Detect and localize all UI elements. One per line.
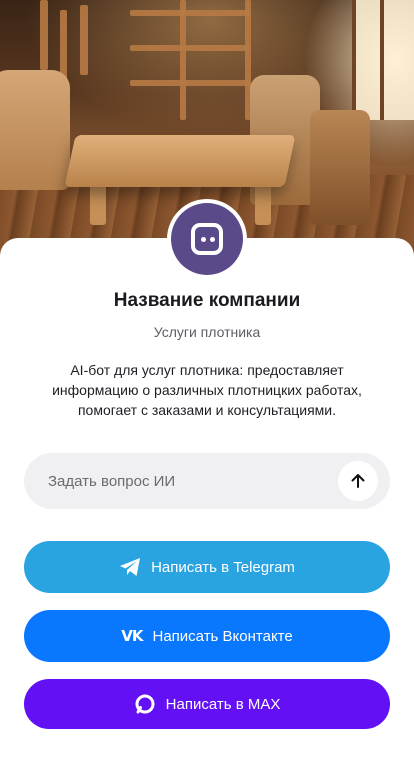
- window-decor: [352, 0, 414, 120]
- shelf-decor: [130, 45, 250, 51]
- vk-button[interactable]: VK Написать Вконтакте: [24, 610, 390, 662]
- vk-button-label: Написать Вконтакте: [152, 627, 293, 645]
- avatar: [171, 203, 243, 275]
- shelf-decor: [130, 10, 250, 16]
- vk-icon: VK: [121, 627, 143, 645]
- chat-bot-icon: [191, 223, 223, 255]
- max-icon: [134, 693, 156, 715]
- telegram-button-label: Написать в Telegram: [151, 558, 295, 576]
- plank-decor: [40, 0, 48, 70]
- max-button[interactable]: Написать в MAX: [24, 679, 390, 729]
- shelf-decor: [180, 0, 186, 120]
- ask-ai-input[interactable]: [48, 453, 348, 509]
- plank-decor: [60, 10, 67, 80]
- table-decor: [64, 135, 296, 187]
- telegram-icon: [119, 557, 141, 577]
- chair-decor: [310, 110, 370, 225]
- company-description: AI-бот для услуг плотника: предоставляет…: [52, 362, 362, 418]
- plank-decor: [80, 5, 88, 75]
- telegram-button[interactable]: Написать в Telegram: [24, 541, 390, 593]
- sofa-decor: [0, 70, 70, 190]
- arrow-up-icon: [351, 474, 365, 488]
- shelf-decor: [130, 80, 250, 86]
- company-name: Название компании: [113, 290, 301, 311]
- ask-ai-field: [24, 453, 390, 509]
- send-button[interactable]: [338, 461, 378, 501]
- max-button-label: Написать в MAX: [165, 695, 281, 713]
- company-subtitle: Услуги плотника: [153, 324, 261, 340]
